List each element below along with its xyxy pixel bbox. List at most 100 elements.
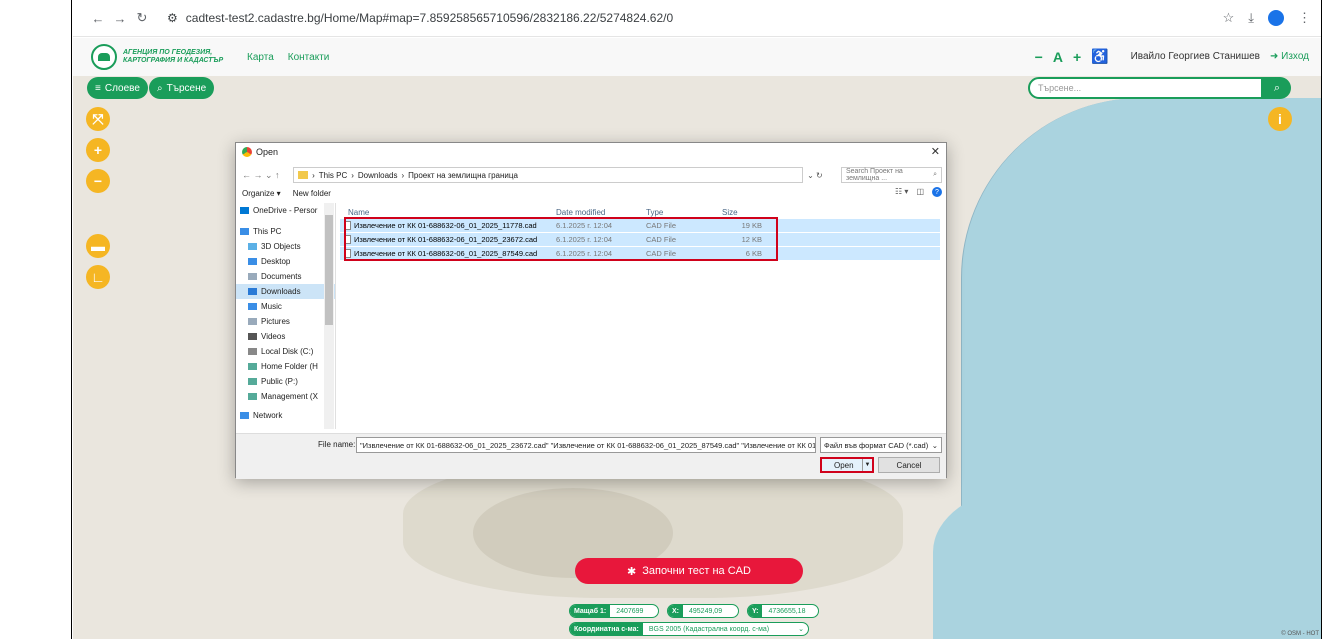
bookmark-star-icon[interactable]: ☆ <box>1223 10 1235 26</box>
search-button[interactable]: ⌕ Търсене <box>149 77 215 99</box>
right-margin <box>1321 0 1327 639</box>
plus-icon: + <box>93 142 103 158</box>
measure-length-button[interactable]: ▬ <box>86 234 110 258</box>
refresh-icon[interactable]: ⌄ ↻ <box>807 171 837 180</box>
x-value: 495249,09 <box>689 607 723 615</box>
nav-pane-item-label: Desktop <box>261 257 291 266</box>
x-coordinate-field: X: 495249,09 <box>667 604 739 618</box>
organize-button[interactable]: Organize ▾ <box>242 189 281 198</box>
font-decrease-button[interactable]: − <box>1035 49 1043 65</box>
layers-label: Слоеве <box>104 82 140 94</box>
column-name[interactable]: Name <box>340 208 556 217</box>
view-options-icon[interactable]: ☷ ▾ <box>895 187 908 197</box>
crs-select[interactable]: Координатна с-ма: BGS 2005 (Кадастрална … <box>569 622 809 636</box>
column-type[interactable]: Type <box>646 208 722 217</box>
cancel-button[interactable]: Cancel <box>878 457 940 473</box>
nav-pane-item[interactable]: Pictures <box>236 314 335 329</box>
back-icon[interactable]: ← <box>87 11 109 26</box>
nav-pane-item-label: Local Disk (C:) <box>261 347 314 356</box>
nav-pane-item[interactable]: Network <box>236 408 335 423</box>
search-label: Търсене <box>166 82 207 94</box>
map-search-placeholder: Търсене... <box>1038 83 1082 93</box>
documents-icon <box>248 273 257 280</box>
nav-pane-item[interactable]: Management (X <box>236 389 335 404</box>
nav-scrollbar[interactable] <box>324 203 334 429</box>
breadcrumb-project-folder[interactable]: Проект на землищна граница <box>408 171 518 180</box>
new-folder-button[interactable]: New folder <box>293 189 331 198</box>
nav-pane-item[interactable]: Public (P:) <box>236 374 335 389</box>
help-icon[interactable]: ? <box>932 187 942 197</box>
dialog-breadcrumb[interactable]: › This PC › Downloads › Проект на землищ… <box>293 167 804 183</box>
nav-pane-item-label: Management (X <box>261 392 318 401</box>
dialog-address-row: ← → ⌄ ↑ › This PC › Downloads › Проект н… <box>242 167 942 183</box>
nav-contacts[interactable]: Контакти <box>288 52 330 63</box>
cloud-icon <box>240 207 249 214</box>
nav-map[interactable]: Карта <box>247 52 274 63</box>
nav-pane-item[interactable]: Downloads <box>236 284 335 299</box>
selection-highlight-box <box>344 217 778 261</box>
file-type-select[interactable]: Файл във формат CAD (*.cad) ⌄ <box>820 437 942 453</box>
measure-area-button[interactable]: ∟ <box>86 265 110 289</box>
preview-pane-icon[interactable]: ◫ <box>916 187 924 197</box>
map-search-input[interactable]: Търсене... <box>1028 77 1263 99</box>
breadcrumb-downloads[interactable]: Downloads <box>358 171 398 180</box>
left-margin <box>0 0 72 639</box>
nav-pane-item[interactable]: 3D Objects <box>236 239 335 254</box>
sea-area-south <box>933 488 1163 639</box>
map-search-button[interactable]: ⌕ <box>1263 77 1291 99</box>
full-extent-button[interactable]: ⤧ <box>86 107 110 131</box>
open-button[interactable]: Open ▼ <box>820 457 874 473</box>
address-bar[interactable]: ⚙ cadtest-test2.cadastre.bg/Home/Map#map… <box>161 5 1211 31</box>
open-dropdown-arrow[interactable]: ▼ <box>862 459 872 471</box>
breadcrumb-this-pc[interactable]: This PC <box>319 171 347 180</box>
accessibility-icon[interactable]: ♿ <box>1091 48 1108 65</box>
agency-name: АГЕНЦИЯ ПО ГЕОДЕЗИЯ, КАРТОГРАФИЯ И КАДАС… <box>123 49 224 64</box>
dialog-search-input[interactable]: Search Проект на землищна ... ⌕ <box>840 167 942 183</box>
crs-value: BGS 2005 (Кадастрална коорд. с-ма) <box>648 625 770 633</box>
nav-pane-item[interactable]: Home Folder (H <box>236 359 335 374</box>
agency-logo[interactable] <box>91 44 117 70</box>
column-size[interactable]: Size <box>722 208 768 217</box>
map-area[interactable]: АГЕНЦИЯ ПО ГЕОДЕЗИЯ, КАРТОГРАФИЯ И КАДАС… <box>73 38 1321 639</box>
zoom-in-button[interactable]: + <box>86 138 110 162</box>
start-cad-test-button[interactable]: ✱ Започни тест на CAD <box>575 558 803 584</box>
logout-button[interactable]: ➜ Изход <box>1270 51 1309 62</box>
line-icon: ▬ <box>91 238 105 254</box>
file-name-input[interactable]: "Извлечение от КК 01-688632-06_01_2025_2… <box>356 437 816 453</box>
site-info-icon[interactable]: ⚙ <box>167 11 178 25</box>
nav-pane-item[interactable]: Music <box>236 299 335 314</box>
font-increase-button[interactable]: + <box>1073 49 1081 65</box>
nav-pane-item[interactable]: Videos <box>236 329 335 344</box>
start-cad-test-label: Започни тест на CAD <box>642 565 751 577</box>
minus-icon: − <box>93 173 103 189</box>
app-header: АГЕНЦИЯ ПО ГЕОДЕЗИЯ, КАРТОГРАФИЯ И КАДАС… <box>73 38 1321 76</box>
column-date-modified[interactable]: Date modified <box>556 208 646 217</box>
menu-icon[interactable]: ⋮ <box>1298 10 1311 26</box>
layers-button[interactable]: ≡ Слоеве <box>87 77 148 99</box>
logout-icon: ➜ <box>1269 51 1279 62</box>
nav-pane-item[interactable]: This PC <box>236 224 335 239</box>
dialog-nav-arrows[interactable]: ← → ⌄ ↑ <box>242 170 289 181</box>
layers-icon: ≡ <box>95 82 101 94</box>
map-attribution: © OSM - HOT <box>1281 631 1319 637</box>
chevron-down-icon: ⌄ <box>798 626 804 633</box>
nav-pane-item[interactable]: Local Disk (C:) <box>236 344 335 359</box>
info-button[interactable]: i <box>1268 107 1292 131</box>
nav-pane-item[interactable]: Desktop <box>236 254 335 269</box>
nav-pane-item[interactable]: Documents <box>236 269 335 284</box>
close-icon[interactable]: ✕ <box>931 145 940 158</box>
browser-window: ← → ↻ ⚙ cadtest-test2.cadastre.bg/Home/M… <box>73 0 1321 639</box>
desktop-icon <box>248 258 257 265</box>
nav-pane-item[interactable]: OneDrive - Persor <box>236 203 335 218</box>
profile-avatar[interactable] <box>1268 10 1284 26</box>
forward-icon[interactable]: → <box>109 11 131 26</box>
download-icon[interactable]: ⤓ <box>1248 10 1254 26</box>
scale-field[interactable]: Мащаб 1: 2407699 <box>569 604 659 618</box>
nav-pane-item-label: Videos <box>261 332 286 341</box>
reload-icon[interactable]: ↻ <box>131 10 153 26</box>
zoom-out-button[interactable]: − <box>86 169 110 193</box>
network-drive-icon <box>248 363 257 370</box>
dialog-title-bar: Open <box>242 147 278 157</box>
crs-label: Координатна с-ма: <box>570 623 643 635</box>
file-name-value: "Извлечение от КК 01-688632-06_01_2025_2… <box>360 440 816 450</box>
